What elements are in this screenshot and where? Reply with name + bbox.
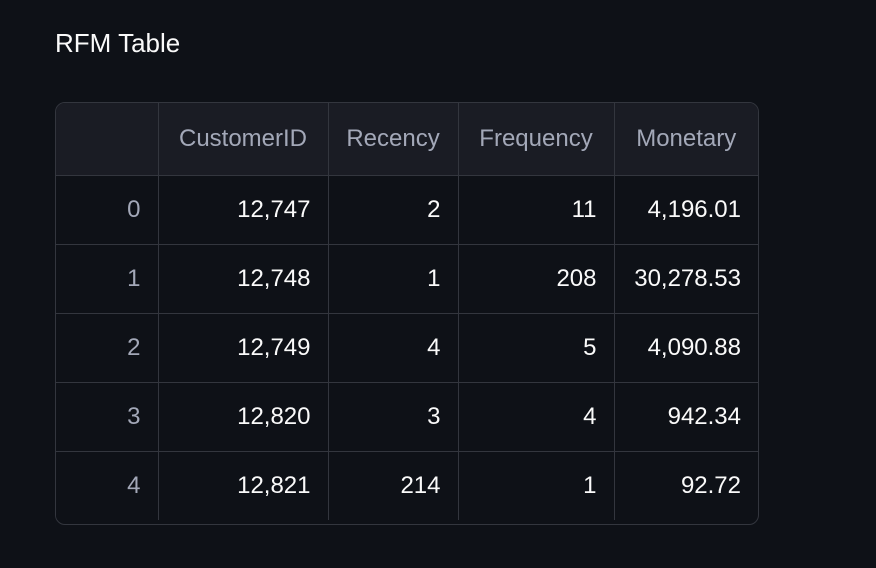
monetary-cell[interactable]: 92.72	[614, 451, 758, 520]
row-index-cell[interactable]: 1	[56, 244, 159, 314]
frequency-cell[interactable]: 5	[458, 313, 615, 383]
recency-cell[interactable]: 3	[328, 382, 459, 452]
frequency-cell[interactable]: 1	[458, 451, 615, 520]
row-index-cell[interactable]: 2	[56, 313, 159, 383]
monetary-cell[interactable]: 942.34	[614, 382, 758, 452]
page-title: RFM Table	[55, 28, 181, 58]
table-row: 0 12,747 2 11 4,196.01	[56, 175, 758, 245]
monetary-cell[interactable]: 4,196.01	[614, 175, 758, 245]
recency-cell[interactable]: 2	[328, 175, 459, 245]
monetary-cell[interactable]: 4,090.88	[614, 313, 758, 383]
header-recency[interactable]: Recency	[328, 103, 459, 176]
row-index-cell[interactable]: 4	[56, 451, 159, 520]
frequency-cell[interactable]: 208	[458, 244, 615, 314]
table-row: 2 12,749 4 5 4,090.88	[56, 313, 758, 383]
table-row: 3 12,820 3 4 942.34	[56, 382, 758, 452]
header-monetary[interactable]: Monetary	[614, 103, 758, 176]
customerid-cell[interactable]: 12,748	[158, 244, 329, 314]
recency-cell[interactable]: 214	[328, 451, 459, 520]
customerid-cell[interactable]: 12,749	[158, 313, 329, 383]
frequency-cell[interactable]: 4	[458, 382, 615, 452]
header-row: CustomerID Recency Frequency Monetary	[56, 103, 758, 176]
frequency-cell[interactable]: 11	[458, 175, 615, 245]
customerid-cell[interactable]: 12,747	[158, 175, 329, 245]
recency-cell[interactable]: 4	[328, 313, 459, 383]
customerid-cell[interactable]: 12,821	[158, 451, 329, 520]
row-index-cell[interactable]: 3	[56, 382, 159, 452]
header-index[interactable]	[56, 103, 159, 176]
table-row: 1 12,748 1 208 30,278.53	[56, 244, 758, 314]
monetary-cell[interactable]: 30,278.53	[614, 244, 758, 314]
customerid-cell[interactable]: 12,820	[158, 382, 329, 452]
rfm-dataframe[interactable]: CustomerID Recency Frequency Monetary 0 …	[55, 102, 759, 525]
recency-cell[interactable]: 1	[328, 244, 459, 314]
header-frequency[interactable]: Frequency	[458, 103, 615, 176]
row-index-cell[interactable]: 0	[56, 175, 159, 245]
rfm-table: CustomerID Recency Frequency Monetary 0 …	[56, 103, 758, 520]
header-customerid[interactable]: CustomerID	[158, 103, 329, 176]
table-row: 4 12,821 214 1 92.72	[56, 451, 758, 520]
